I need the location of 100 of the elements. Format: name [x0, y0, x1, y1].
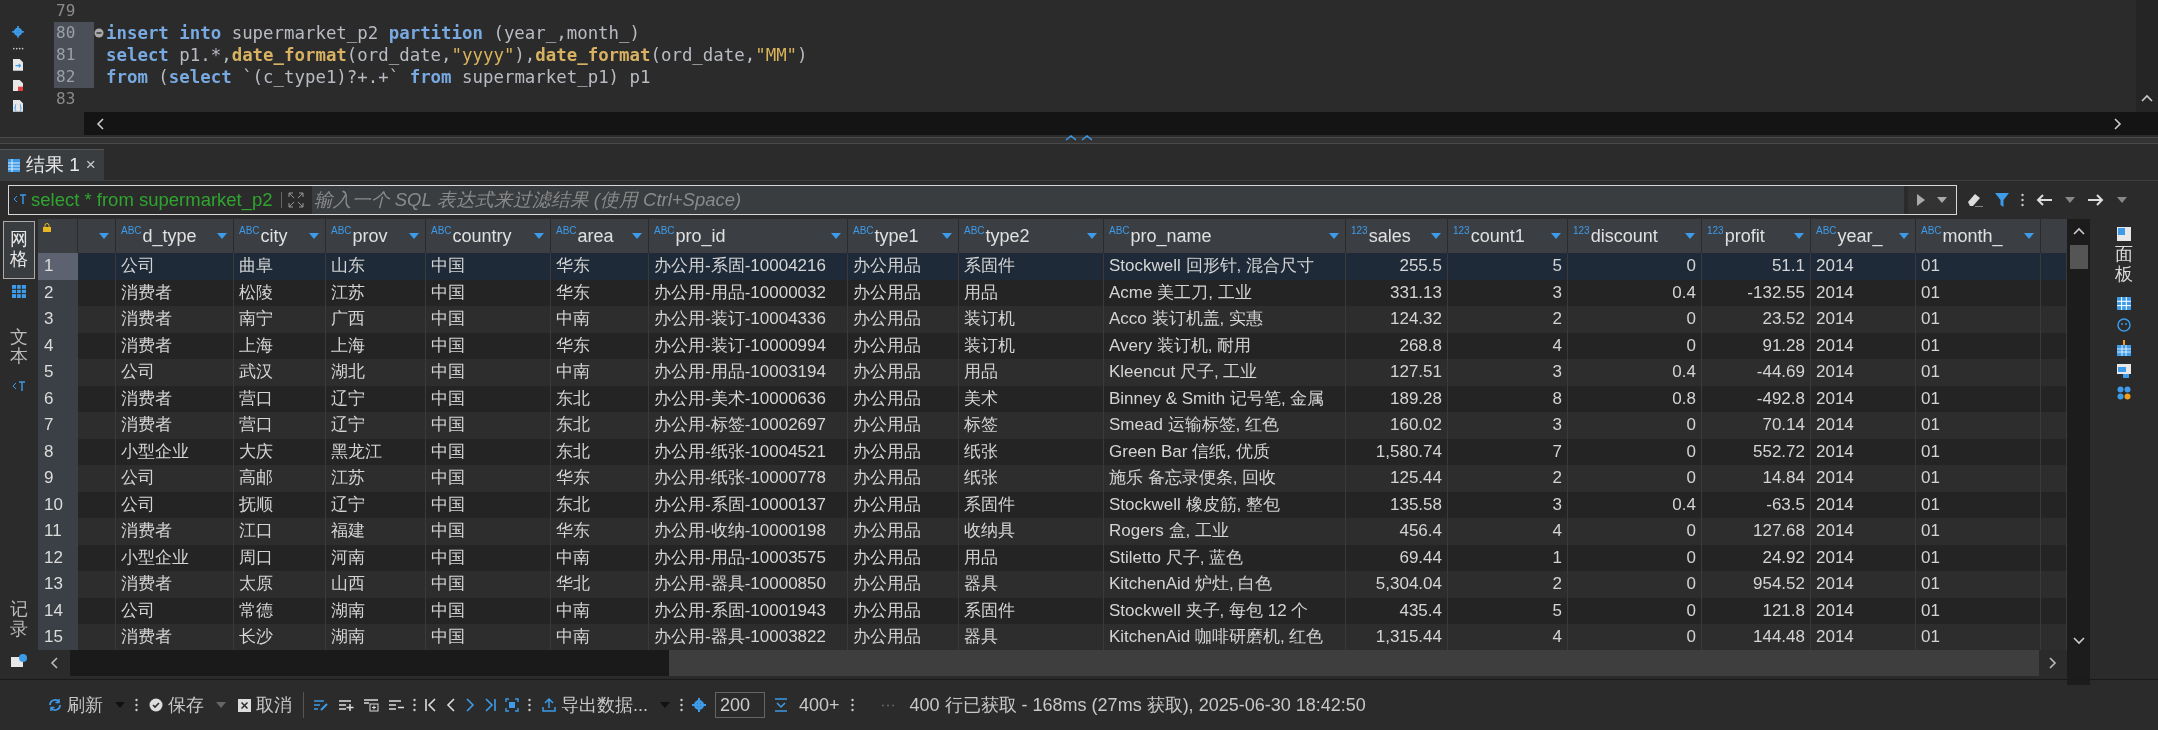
cancel-button[interactable]: 取消 — [236, 693, 294, 717]
gear-icon[interactable] — [11, 26, 25, 38]
grid-icon[interactable] — [2117, 296, 2131, 310]
fetch-size-field[interactable]: 200 — [715, 692, 765, 718]
type-label: ABC — [1816, 225, 1837, 236]
window-icon[interactable] — [2117, 363, 2131, 378]
eraser-icon[interactable] — [1967, 193, 1983, 207]
row-number[interactable]: 15 — [38, 624, 78, 650]
apps-icon[interactable] — [2117, 385, 2131, 400]
row-number[interactable]: 4 — [38, 332, 78, 360]
table-row[interactable]: 12 小型企业 周口 河南 中国 中南 办公用-用品-10003575 办公用品 用品 Stiletto 尺子, 蓝色 69.44 1 0 24.92 2014 01 — [38, 544, 2067, 571]
last-page-icon[interactable] — [484, 698, 496, 712]
tab-label[interactable]: 结果 1 — [26, 152, 80, 178]
view-tab[interactable]: 网格 — [3, 221, 35, 279]
table-row[interactable]: 15 消费者 长沙 湖南 中国 中南 办公用-器具-10003822 办公用品 器具 KitchenAid 咖啡研磨机, 红色 1,315.44 4 0 144.48 2014 01 — [38, 624, 2067, 650]
filter-icon[interactable] — [1995, 193, 2009, 207]
column-name: d_type — [142, 225, 198, 247]
table-row[interactable]: 14 公司 常德 湖南 中国 中南 办公用-系固-10001943 办公用品 系固件 Stockwell 夹子, 每包 12 个 435.4 5 0 121.8 2014 01 — [38, 597, 2067, 624]
scrollbar-thumb[interactable] — [2069, 245, 2088, 269]
table-row[interactable]: 9 公司 高邮 江苏 中国 华东 办公用-纸张-10000778 办公用品 纸张 施乐 备忘录便条, 回收 125.44 2 0 14.84 2014 01 — [38, 465, 2067, 492]
circle-icon[interactable] — [2117, 317, 2131, 332]
grid-icon — [8, 158, 20, 172]
table-row[interactable]: 2 消费者 松陵 江苏 中国 华东 办公用-用品-10000032 办公用品 用品 Acme 美工刀, 工业 331.13 3 0.4 -132.55 2014 01 — [38, 279, 2067, 306]
table-row[interactable]: 13 消费者 太原 山西 中国 华北 办公用-器具-10000850 办公用品 器具 KitchenAid 炉灶, 白色 5,304.04 2 0 954.52 2014 01 — [38, 571, 2067, 598]
save-button[interactable]: 保存 — [147, 693, 206, 717]
sash-handle-icon[interactable] — [1064, 135, 1094, 141]
caret-up-icon[interactable] — [2141, 94, 2153, 102]
dots-icon[interactable] — [11, 46, 25, 50]
lock-icon — [43, 223, 51, 232]
table-row[interactable]: 4 消费者 上海 上海 中国 华东 办公用-装订-10000994 办公用品 装订机 Avery 装订机, 耐用 268.8 4 0 91.28 2014 01 — [38, 332, 2067, 359]
document-icon[interactable] — [12, 100, 24, 112]
edit-row-icon[interactable] — [313, 698, 329, 712]
table-row[interactable]: 10 公司 抚顺 辽宁 中国 东北 办公用-系固-10000137 办公用品 系固件 Stockwell 橡皮筋, 整包 135.58 3 0.4 -63.5 2014 01 — [38, 491, 2067, 518]
view-tab[interactable]: 记录 — [4, 592, 34, 648]
gear-icon[interactable] — [692, 698, 706, 712]
table-row[interactable]: 11 消费者 江口 福建 中国 华东 办公用-收纳-10000198 办公用品 收纳具 Rogers 盒, 工业 456.4 4 0 127.68 2014 01 — [38, 518, 2067, 545]
expand-icon[interactable] — [280, 192, 304, 208]
column-name: count1 — [1470, 225, 1526, 247]
row-number[interactable]: 5 — [38, 359, 78, 387]
table-row[interactable]: 6 消费者 营口 辽宁 中国 东北 办公用-美术-10000636 办公用品 美术 Binney & Smith 记号笔, 金属 189.28 8 0.8 -492.8 2014 01 — [38, 385, 2067, 412]
row-number[interactable]: 13 — [38, 571, 78, 599]
row-number[interactable]: 6 — [38, 385, 78, 413]
add-row-icon[interactable] — [338, 698, 354, 712]
panel-tab[interactable]: 面板 — [2115, 245, 2133, 285]
caret-left-icon[interactable] — [96, 117, 104, 130]
delete-row-icon[interactable] — [388, 698, 404, 712]
table-row[interactable]: 7 消费者 营口 辽宁 中国 东北 办公用-标签-10002697 办公用品 标签 Smead 运输标签, 红色 160.02 3 0 70.14 2014 01 — [38, 412, 2067, 439]
fit-icon[interactable] — [505, 698, 519, 712]
caret-left-icon[interactable] — [50, 657, 58, 669]
view-tab[interactable]: 文本 — [4, 319, 34, 376]
caret-down-icon[interactable] — [1936, 196, 1948, 204]
document-icon[interactable] — [12, 79, 24, 92]
forward-arrow-icon[interactable] — [2088, 194, 2104, 206]
fetch-all-button[interactable]: 400+ — [797, 694, 842, 716]
close-icon — [238, 698, 251, 712]
scrollbar[interactable] — [84, 112, 2158, 135]
filter-query[interactable]: select * from supermarket_p2 — [31, 189, 273, 211]
row-number[interactable]: 7 — [38, 412, 78, 440]
fetch-more-icon[interactable] — [774, 698, 788, 712]
type-label: 123 — [1351, 225, 1368, 236]
caret-right-icon[interactable] — [2114, 117, 2122, 130]
type-label: 123 — [1573, 225, 1590, 236]
previous-icon[interactable] — [446, 698, 456, 712]
row-number[interactable]: 8 — [38, 438, 78, 466]
document-icon[interactable] — [12, 59, 24, 71]
upload-icon — [542, 698, 556, 712]
scrollbar[interactable] — [2136, 0, 2158, 112]
play-icon[interactable] — [1916, 193, 1926, 207]
row-number[interactable]: 2 — [38, 279, 78, 307]
caret-down-icon[interactable] — [2072, 637, 2085, 645]
table-row[interactable]: 3 消费者 南宁 广西 中国 中南 办公用-装订-10004336 办公用品 装订机 Acco 装订机盖, 实惠 124.32 2 0 23.52 2014 01 — [38, 306, 2067, 333]
column-name: prov — [352, 225, 389, 247]
filter-input[interactable]: 输入一个 SQL 表达式来过滤结果 (使用 Ctrl+Space) — [311, 186, 1904, 214]
scrollbar[interactable] — [2067, 219, 2090, 685]
table-row[interactable]: 8 小型企业 大庆 黑龙江 中国 东北 办公用-纸张-10004521 办公用品 纸张 Green Bar 信纸, 优质 1,580.74 7 0 552.72 2014 01 — [38, 438, 2067, 465]
collapse-icon[interactable] — [94, 28, 104, 38]
row-number[interactable]: 14 — [38, 597, 78, 625]
row-number[interactable]: 12 — [38, 544, 78, 572]
caret-up-icon[interactable] — [2072, 227, 2085, 235]
back-arrow-icon[interactable] — [2036, 194, 2052, 206]
close-button[interactable]: × — [85, 155, 96, 175]
table-row[interactable]: 1 公司 曲阜 山东 中国 华东 办公用-系固-10004216 办公用品 系固件 Stockwell 回形针, 混合尺寸 255.5 5 0 51.1 2014 01 — [38, 253, 2067, 280]
caret-right-icon[interactable] — [2049, 657, 2057, 669]
copy-row-icon[interactable] — [363, 698, 379, 712]
row-number[interactable]: 3 — [38, 306, 78, 334]
export-button[interactable]: 导出数据... — [540, 693, 650, 717]
row-number[interactable]: 11 — [38, 518, 78, 546]
scrollbar-thumb[interactable] — [669, 650, 2039, 676]
result-tab[interactable]: 结果 1 × — [0, 149, 104, 180]
grip-icon — [680, 698, 683, 712]
table-row[interactable]: 5 公司 武汉 湖北 中国 中南 办公用-用品-10003194 办公用品 用品 Kleencut 尺子, 工业 127.51 3 0.4 -44.69 2014 01 — [38, 359, 2067, 386]
first-page-icon[interactable] — [425, 698, 437, 712]
grip-icon — [413, 698, 416, 712]
column-name: year_ — [1837, 225, 1884, 247]
row-number[interactable]: 1 — [38, 253, 78, 281]
row-number[interactable]: 10 — [38, 491, 78, 519]
refresh-button[interactable]: 刷新 — [46, 693, 105, 717]
next-icon[interactable] — [465, 698, 475, 712]
row-number[interactable]: 9 — [38, 465, 78, 493]
building-icon[interactable] — [2117, 339, 2131, 356]
